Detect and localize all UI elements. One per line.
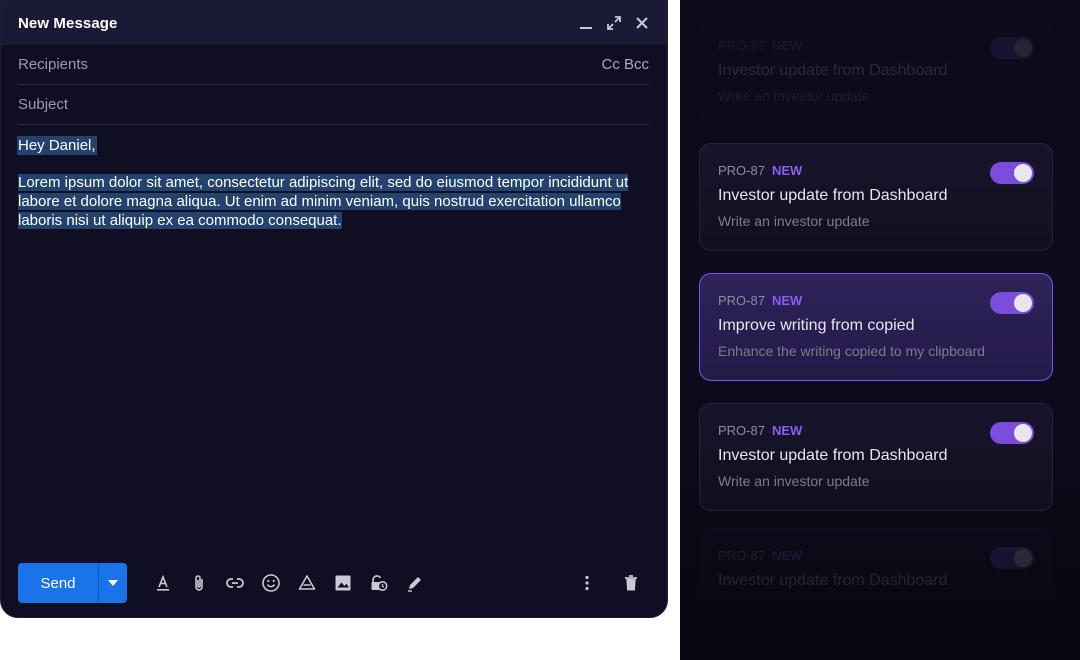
- cc-bcc-link[interactable]: Cc Bcc: [601, 56, 649, 73]
- compose-header: New Message: [1, 1, 667, 45]
- toggle-knob: [1014, 164, 1032, 182]
- card-title: Investor update from Dashboard: [718, 572, 948, 589]
- card-id: PRO-87: [718, 163, 765, 178]
- confidential-icon: [371, 575, 388, 591]
- shortcut-card[interactable]: PRO-87 NEW Investor update from Dashboard…: [699, 403, 1053, 511]
- new-badge: NEW: [771, 38, 803, 53]
- drive-icon: [298, 575, 316, 590]
- subject-input[interactable]: [18, 96, 649, 113]
- emoji-button[interactable]: [253, 565, 289, 601]
- recipients-row: Cc Bcc: [18, 45, 649, 85]
- format-text-icon: [157, 574, 169, 591]
- card-toggle[interactable]: [990, 37, 1034, 59]
- discard-button[interactable]: [613, 565, 649, 601]
- card-id: PRO-87: [718, 293, 765, 308]
- emoji-icon: [262, 574, 280, 592]
- card-toggle[interactable]: [990, 162, 1034, 184]
- shortcuts-panel: PRO-87 NEW Investor update from Dashboard…: [680, 0, 1080, 660]
- toolbar-right: [569, 565, 649, 601]
- window-controls: [577, 14, 651, 32]
- formatting-tools: [145, 565, 433, 601]
- card-title: Investor update from Dashboard: [718, 187, 948, 204]
- new-badge: NEW: [771, 163, 803, 178]
- send-button[interactable]: Send: [18, 563, 98, 603]
- expand-button[interactable]: [605, 14, 623, 32]
- card-description: Write an investor update: [718, 473, 870, 489]
- card-title: Investor update from Dashboard: [718, 447, 948, 464]
- signature-icon: [408, 577, 421, 592]
- new-badge: NEW: [771, 423, 803, 438]
- greeting-text: Hey Daniel,: [18, 137, 96, 154]
- toggle-knob: [1014, 424, 1032, 442]
- drive-button[interactable]: [289, 565, 325, 601]
- caret-down-icon: [108, 580, 118, 586]
- more-icon: [585, 575, 589, 591]
- link-button[interactable]: [217, 565, 253, 601]
- shortcut-card[interactable]: PRO-87 NEW Investor update from Dashboard: [699, 528, 1053, 636]
- compose-window: New Message Cc Bcc Hey Daniel, Lorem i: [0, 0, 668, 618]
- card-description: Write an investor update: [718, 88, 870, 104]
- compose-title: New Message: [18, 14, 118, 32]
- new-badge: NEW: [771, 293, 803, 308]
- send-options-button[interactable]: [98, 563, 127, 603]
- attach-button[interactable]: [181, 565, 217, 601]
- card-id: PRO-87: [718, 423, 765, 438]
- card-toggle[interactable]: [990, 292, 1034, 314]
- trash-icon: [625, 575, 637, 591]
- card-id: PRO-87: [718, 548, 765, 563]
- toggle-knob: [1014, 39, 1032, 57]
- card-title: Improve writing from copied: [718, 317, 915, 334]
- expand-icon: [607, 16, 621, 30]
- minimize-icon: [580, 27, 592, 29]
- toggle-knob: [1014, 294, 1032, 312]
- new-badge: NEW: [771, 548, 803, 563]
- image-icon: [335, 575, 351, 591]
- link-icon: [226, 578, 244, 588]
- card-toggle[interactable]: [990, 547, 1034, 569]
- card-description: Write an investor update: [718, 213, 870, 229]
- send-group: Send: [18, 563, 127, 603]
- shortcut-card[interactable]: PRO-87 NEW Investor update from Dashboard…: [699, 18, 1053, 126]
- card-id: PRO-87: [718, 38, 765, 53]
- toggle-knob: [1014, 549, 1032, 567]
- minimize-button[interactable]: [577, 14, 595, 32]
- format-text-button[interactable]: [145, 565, 181, 601]
- signature-button[interactable]: [397, 565, 433, 601]
- recipients-input[interactable]: [18, 56, 602, 73]
- more-options-button[interactable]: [569, 565, 605, 601]
- insert-image-button[interactable]: [325, 565, 361, 601]
- card-description: Enhance the writing copied to my clipboa…: [718, 343, 985, 359]
- shortcut-card-active[interactable]: PRO-87 NEW Improve writing from copied En…: [699, 273, 1053, 381]
- subject-row: [18, 85, 649, 125]
- compose-toolbar: Send: [18, 563, 649, 603]
- confidential-mode-button[interactable]: [361, 565, 397, 601]
- body-paragraph: Lorem ipsum dolor sit amet, consectetur …: [18, 174, 629, 229]
- shortcut-card[interactable]: PRO-87 NEW Investor update from Dashboard…: [699, 143, 1053, 251]
- card-toggle[interactable]: [990, 422, 1034, 444]
- close-icon: [636, 17, 648, 29]
- attach-icon: [195, 575, 203, 591]
- message-body[interactable]: Hey Daniel, Lorem ipsum dolor sit amet, …: [18, 136, 658, 230]
- close-button[interactable]: [633, 14, 651, 32]
- card-title: Investor update from Dashboard: [718, 62, 948, 79]
